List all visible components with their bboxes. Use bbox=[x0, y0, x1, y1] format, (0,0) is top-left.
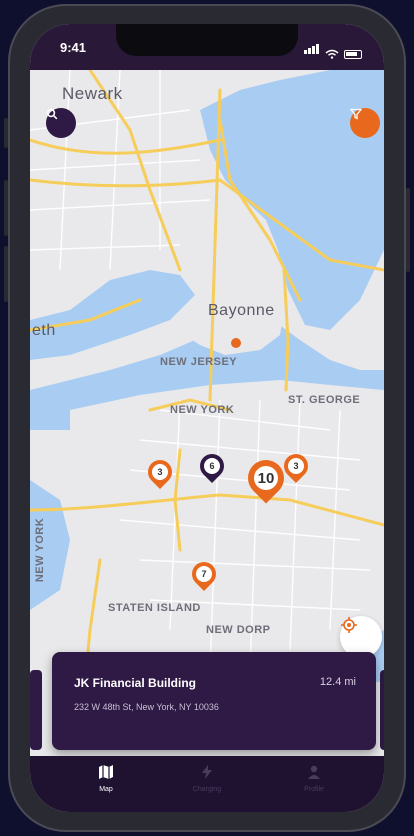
map-label-st-george: ST. GEORGE bbox=[288, 394, 361, 406]
tab-bar: Map Charging Profile bbox=[30, 756, 384, 812]
location-distance: 12.4 mi bbox=[319, 676, 356, 688]
location-address: 232 W 48th St, New York, NY 10036 bbox=[74, 702, 219, 712]
phone-side-button bbox=[4, 118, 8, 148]
map-pin[interactable]: 6 bbox=[195, 449, 229, 484]
status-time: 9:41 bbox=[60, 40, 87, 55]
pin-count: 6 bbox=[204, 458, 220, 474]
wifi-icon bbox=[325, 49, 339, 59]
tab-label: Profile bbox=[304, 786, 324, 793]
locate-icon bbox=[341, 617, 357, 633]
notch bbox=[116, 24, 298, 56]
battery-icon bbox=[344, 50, 362, 59]
water-channel bbox=[30, 270, 195, 360]
signal-icon bbox=[304, 41, 320, 59]
map-pin[interactable]: 3 bbox=[279, 449, 313, 484]
map-view[interactable]: Newark Bayonne eth NEW JERSEY NEW YORK S… bbox=[30, 70, 384, 682]
location-title: JK Financial Building bbox=[74, 676, 197, 690]
land-staten-island bbox=[70, 380, 384, 682]
map-pin[interactable]: 3 bbox=[143, 455, 177, 490]
location-card[interactable]: JK Financial Building 12.4 mi 232 W 48th… bbox=[52, 652, 376, 750]
map-label-bayonne: Bayonne bbox=[208, 302, 275, 319]
lightning-icon bbox=[202, 765, 212, 779]
map-icon bbox=[99, 765, 113, 779]
tab-profile[interactable]: Profile bbox=[274, 764, 354, 793]
tab-label: Charging bbox=[192, 786, 222, 793]
map-label-staten-island: STATEN ISLAND bbox=[108, 602, 201, 614]
map-label-new-jersey: NEW JERSEY bbox=[160, 356, 238, 368]
pin-count: 3 bbox=[152, 464, 168, 480]
prev-card-peek[interactable] bbox=[30, 670, 42, 750]
phone-side-button bbox=[4, 246, 8, 302]
map-pin[interactable]: 7 bbox=[187, 557, 221, 592]
phone-screen: Newark Bayonne eth NEW JERSEY NEW YORK S… bbox=[30, 24, 384, 812]
pin-count: 10 bbox=[254, 466, 278, 490]
search-button[interactable] bbox=[46, 108, 76, 138]
filter-icon bbox=[350, 108, 362, 120]
phone-side-button bbox=[406, 188, 410, 272]
tab-map[interactable]: Map bbox=[66, 764, 146, 793]
map-label-new-dorp: NEW DORP bbox=[206, 624, 271, 636]
current-location-dot bbox=[231, 338, 241, 348]
search-icon bbox=[46, 108, 58, 120]
map-label-eth: eth bbox=[32, 322, 56, 339]
map-pin-selected[interactable]: 10 bbox=[240, 452, 292, 504]
map-label-newark: Newark bbox=[62, 84, 123, 103]
pin-count: 7 bbox=[196, 566, 212, 582]
next-card-peek[interactable] bbox=[380, 670, 384, 750]
tab-charging[interactable]: Charging bbox=[167, 764, 247, 793]
tab-label: Map bbox=[99, 786, 113, 793]
filter-button[interactable] bbox=[350, 108, 380, 138]
map-label-new-york-vertical: NEW YORK bbox=[34, 517, 47, 583]
phone-side-button bbox=[4, 180, 8, 236]
pin-count: 3 bbox=[288, 458, 304, 474]
map-label-new-york: NEW YORK bbox=[170, 404, 235, 416]
user-icon bbox=[308, 765, 320, 779]
status-bar: 9:41 bbox=[30, 24, 384, 70]
status-icons bbox=[304, 41, 362, 59]
